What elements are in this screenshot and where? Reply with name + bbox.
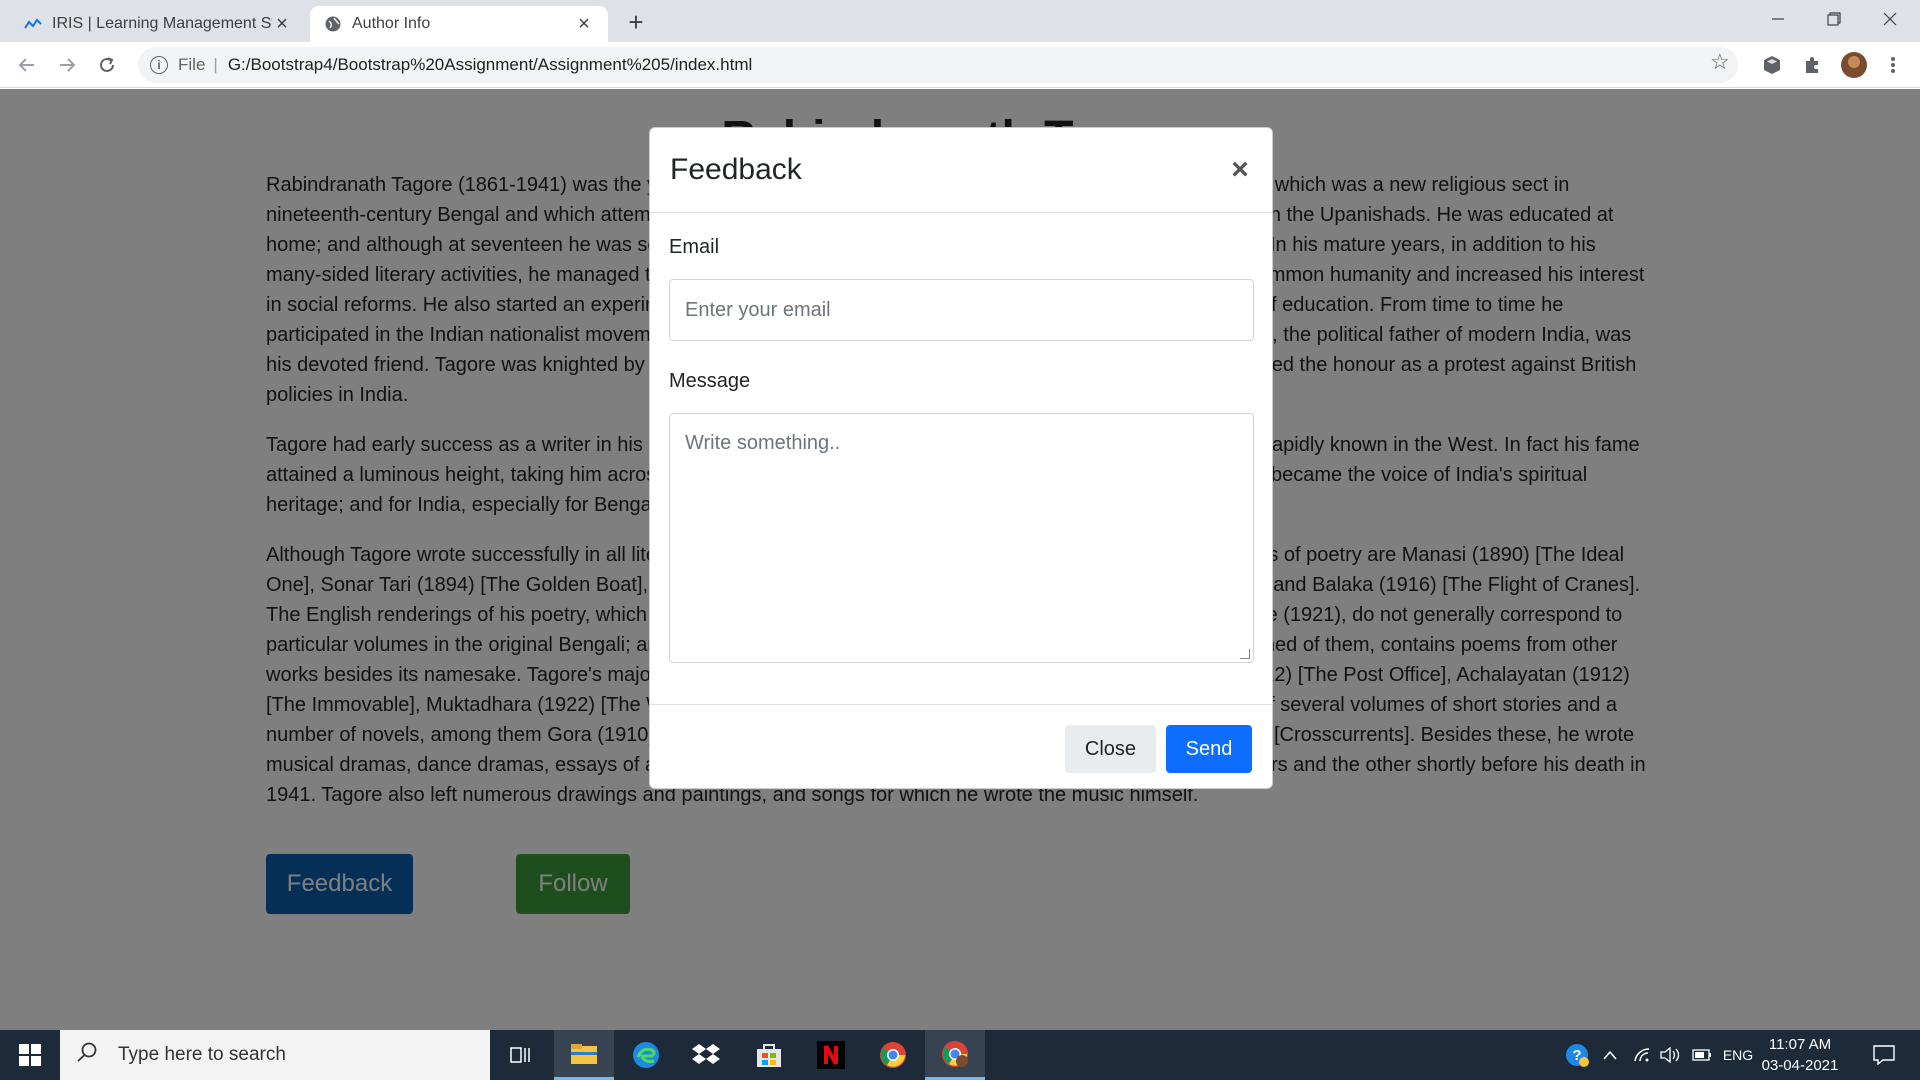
resize-grip-icon[interactable] [1240,649,1250,659]
chevron-up-icon[interactable] [1598,1030,1622,1080]
message-label: Message [669,370,751,392]
reload-icon[interactable] [92,50,122,80]
minimize-icon[interactable] [1750,0,1806,38]
edge-browser-icon[interactable] [616,1030,676,1080]
wifi-icon[interactable] [1630,1030,1654,1080]
message-textarea[interactable]: Write something.. [669,413,1254,663]
globe-icon [324,15,342,33]
chrome-icon[interactable] [863,1030,923,1080]
battery-icon[interactable] [1690,1030,1714,1080]
modal-header: Feedback × [650,128,1272,213]
taskbar: Type here to search ? ENG 11:07 AM 03-04… [0,1030,1920,1080]
extensions-puzzle-icon[interactable] [1799,52,1825,78]
tab-iris[interactable]: IRIS | Learning Management Syst × [10,6,306,42]
netflix-icon[interactable] [801,1030,861,1080]
email-label: Email [669,236,720,258]
tab-label: Author Info [352,15,431,32]
site-info-icon[interactable]: i [150,56,168,74]
clock-date: 03-04-2021 [1761,1057,1839,1074]
back-arrow-icon[interactable] [12,50,42,80]
tab-close-icon[interactable]: × [574,13,594,36]
menu-kebab-icon[interactable] [1880,52,1906,78]
profile-avatar[interactable] [1841,52,1867,78]
feedback-modal: Feedback × Email Enter your email Messag… [649,127,1273,789]
forward-arrow-icon[interactable] [52,50,82,80]
chrome-profile-icon[interactable] [925,1030,985,1080]
task-view-icon[interactable] [490,1030,550,1080]
email-field[interactable]: Enter your email [669,279,1254,341]
clock-time: 11:07 AM [1768,1036,1832,1053]
address-scheme: File [178,55,206,74]
search-placeholder: Type here to search [118,1044,286,1065]
extension-cube-icon[interactable] [1759,52,1785,78]
modal-footer: Close Send [650,704,1272,788]
search-icon [76,1041,104,1069]
send-button[interactable]: Send [1166,725,1252,773]
file-explorer-icon[interactable] [554,1030,614,1080]
microsoft-store-icon[interactable] [739,1030,799,1080]
message-placeholder: Write something.. [685,432,841,454]
notification-icon[interactable] [1864,1030,1904,1080]
dropbox-icon[interactable] [676,1030,736,1080]
address-separator: | [213,55,218,74]
tab-close-icon[interactable]: × [272,13,292,36]
windows-start-icon[interactable] [0,1030,60,1080]
address-url: G:/Bootstrap4/Bootstrap%20Assignment/Ass… [227,55,753,74]
modal-title: Feedback [670,153,802,186]
taskbar-search-input[interactable]: Type here to search [60,1030,490,1080]
tab-label: IRIS | Learning Management Syst [52,15,272,32]
tab-strip: IRIS | Learning Management Syst × Author… [0,0,1920,42]
address-bar[interactable]: i File | G:/Bootstrap4/Bootstrap%20Assig… [138,47,1738,83]
close-button[interactable]: Close [1065,725,1156,773]
help-icon[interactable]: ? [1562,1030,1592,1080]
modal-close-icon[interactable]: × [1228,153,1252,187]
modal-body: Email Enter your email Message Write som… [650,213,1272,663]
browser-toolbar: i File | G:/Bootstrap4/Bootstrap%20Assig… [0,42,1920,88]
bookmark-star-icon[interactable]: ☆ [1710,49,1730,75]
email-placeholder: Enter your email [685,298,831,321]
clock[interactable]: 11:07 AM 03-04-2021 [1752,1034,1848,1076]
volume-icon[interactable] [1658,1030,1684,1080]
iris-favicon-icon [24,15,42,33]
restore-icon[interactable] [1806,0,1862,38]
window-close-icon[interactable] [1862,0,1918,38]
tab-author-info[interactable]: Author Info × [310,6,608,42]
new-tab-plus-icon[interactable]: + [622,7,650,37]
